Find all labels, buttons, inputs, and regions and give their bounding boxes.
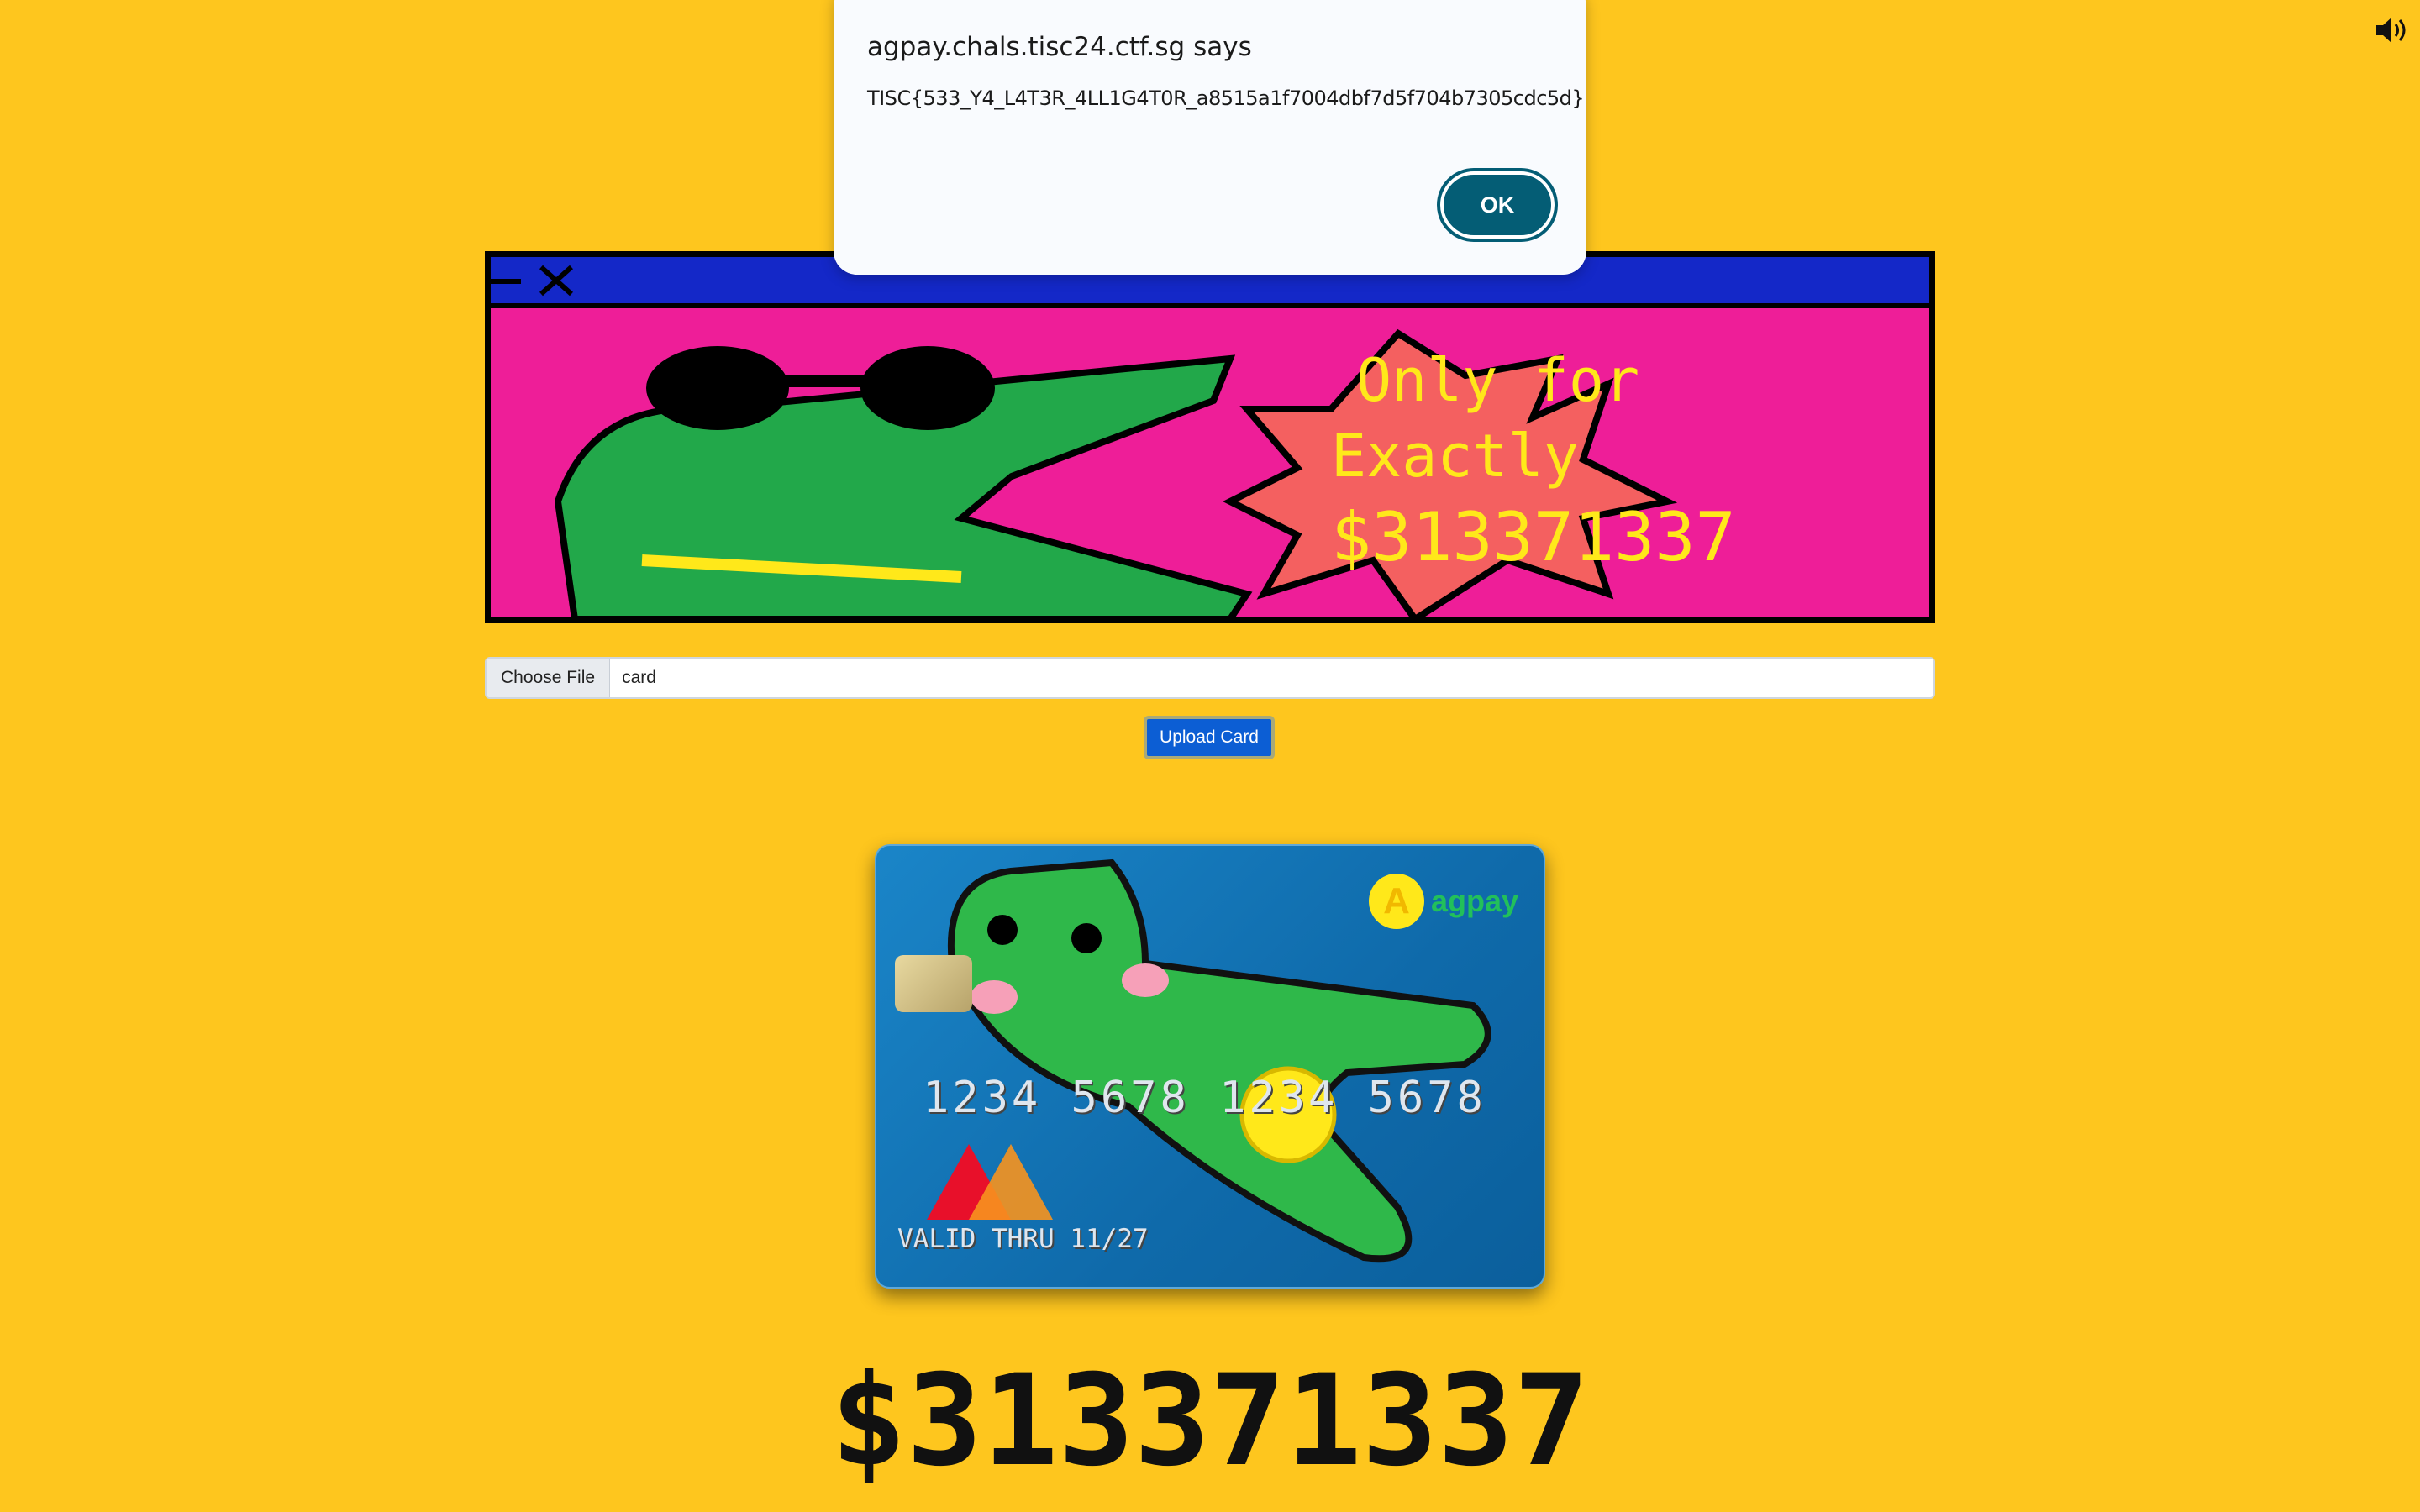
- selected-file-name: card: [622, 668, 656, 687]
- ok-button[interactable]: OK: [1437, 168, 1558, 242]
- card-valid-thru: VALID THRU 11/27: [897, 1224, 1149, 1254]
- agpay-brand-text: agpay: [1430, 884, 1518, 918]
- choose-file-button[interactable]: Choose File: [487, 659, 611, 697]
- card-file-input[interactable]: Choose File card: [485, 657, 1935, 699]
- upload-card-button[interactable]: Upload Card: [1144, 716, 1275, 759]
- card-chip: [895, 955, 972, 1012]
- dialog-message: TISC{533_Y4_L4T3R_4LL1G4T0R_a8515a1f7004…: [867, 87, 1585, 110]
- dialog-origin: agpay.chals.tisc24.ctf.sg says: [867, 32, 1252, 62]
- promo-banner: Only for Exactly $313371337: [485, 251, 1935, 623]
- alert-dialog: agpay.chals.tisc24.ctf.sg says TISC{533_…: [834, 0, 1586, 275]
- card-network-logo-icon: [927, 1144, 1053, 1220]
- speaker-icon[interactable]: [2375, 15, 2408, 45]
- banner-text-line: $313371337: [1331, 498, 1736, 576]
- agpay-card: A agpay 1234 5678 1234 5678 VALID THRU 1…: [875, 844, 1545, 1289]
- window-controls-icon: [491, 265, 573, 297]
- crocodile-illustration: Only for Exactly $313371337: [554, 328, 1736, 617]
- agpay-coin-icon: A: [1368, 874, 1424, 929]
- agpay-logo: A agpay: [1368, 874, 1518, 929]
- banner-text-line: Only for: [1356, 346, 1639, 415]
- banner-text-line: Exactly: [1331, 422, 1579, 491]
- balance-amount: $313371337: [830, 1348, 1590, 1494]
- card-number: 1234 5678 1234 5678: [923, 1073, 1486, 1123]
